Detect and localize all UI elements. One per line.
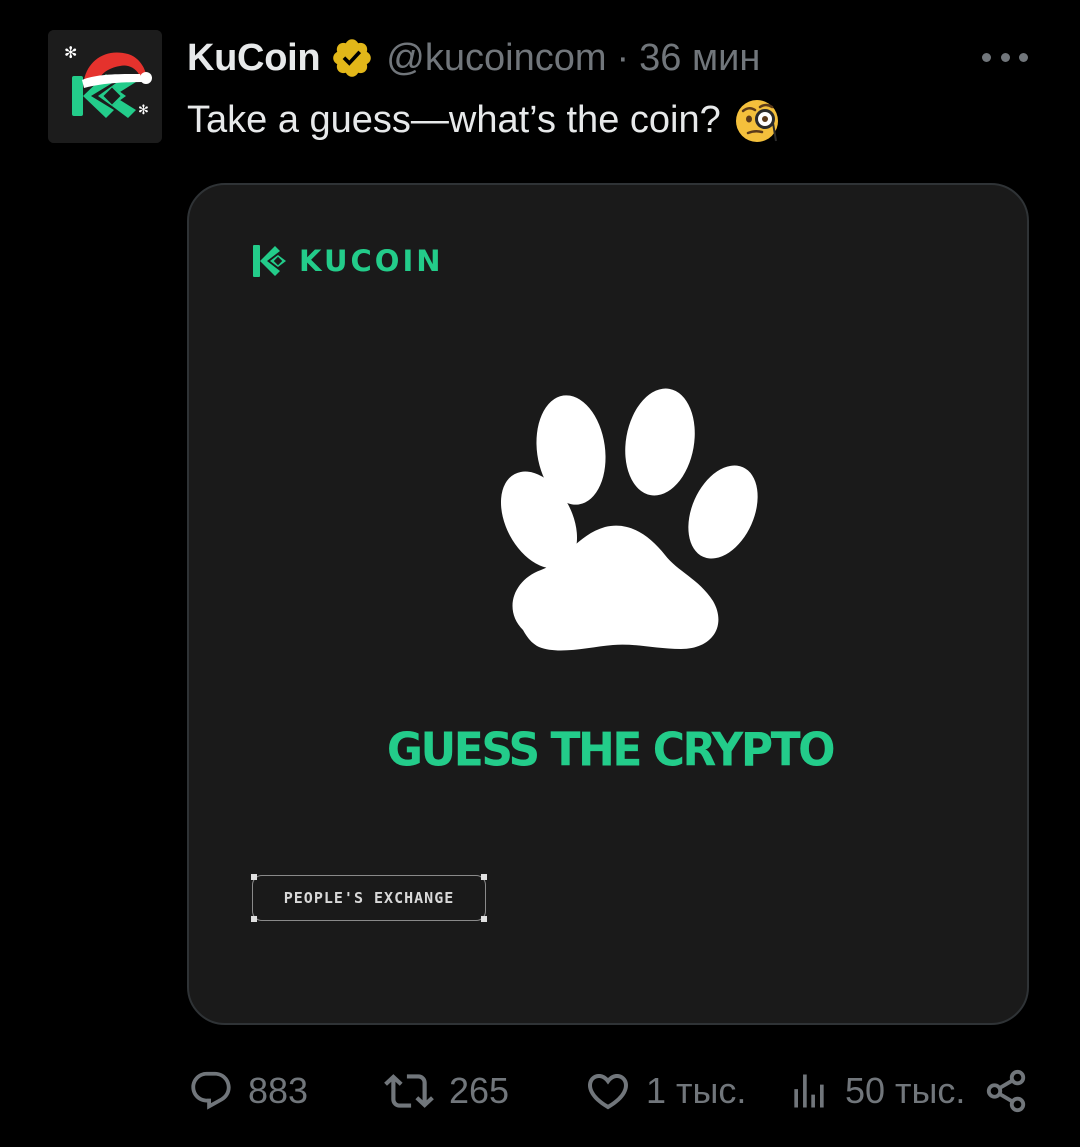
reply-icon xyxy=(191,1071,231,1110)
avatar[interactable]: ✻ ✻ xyxy=(48,30,162,143)
retweet-count: 265 xyxy=(449,1070,510,1111)
verified-badge-icon xyxy=(333,39,372,77)
heart-icon xyxy=(587,1074,629,1110)
tweet-text: Take a guess—what’s the coin? xyxy=(187,94,783,146)
tweet-actions: 883 265 1 тыс. 50 тыс. xyxy=(0,1063,1080,1119)
media-brand: KUCOIN xyxy=(251,241,444,281)
views-button[interactable]: 50 тыс. xyxy=(787,1063,965,1119)
share-icon xyxy=(986,1069,1026,1113)
more-options-icon[interactable] xyxy=(982,42,1028,72)
media-tagline-text: PEOPLE'S EXCHANGE xyxy=(283,889,455,907)
tweet-text-content: Take a guess—what’s the coin? xyxy=(187,98,721,141)
share-button[interactable] xyxy=(983,1063,1029,1119)
tweet[interactable]: ✻ ✻ KuCoin @kucoincom · 36 мин Take a gu… xyxy=(0,0,1080,1147)
paw-print-icon xyxy=(500,388,758,651)
display-name[interactable]: KuCoin xyxy=(187,37,321,80)
media-tagline: PEOPLE'S EXCHANGE xyxy=(251,874,487,922)
kucoin-logo-icon xyxy=(253,245,286,277)
face-with-monocle-emoji-icon xyxy=(735,100,778,142)
media-brand-name: KUCOIN xyxy=(299,244,444,278)
tweet-header: KuCoin @kucoincom · 36 мин xyxy=(187,32,760,84)
author-handle[interactable]: @kucoincom xyxy=(386,37,606,80)
media-headline: GUESS THE CRYPTO xyxy=(386,723,836,778)
like-count: 1 тыс. xyxy=(646,1070,747,1111)
retweet-icon xyxy=(384,1074,434,1108)
tweet-media-image[interactable]: KUCOIN GUESS THE CRYPTO PEOPLE'S EXCHANG… xyxy=(187,183,1029,1025)
retweet-button[interactable]: 265 xyxy=(383,1063,509,1119)
svg-text:✻: ✻ xyxy=(64,43,77,62)
views-chart-icon xyxy=(794,1074,824,1108)
kucoin-santa-hat-logo-icon: ✻ ✻ xyxy=(48,30,162,143)
tweet-timestamp[interactable]: 36 мин xyxy=(639,37,760,80)
reply-count: 883 xyxy=(248,1070,309,1111)
header-separator: · xyxy=(616,36,630,79)
svg-text:✻: ✻ xyxy=(138,103,149,118)
views-count: 50 тыс. xyxy=(845,1070,966,1111)
reply-button[interactable]: 883 xyxy=(188,1063,308,1119)
like-button[interactable]: 1 тыс. xyxy=(584,1063,746,1119)
